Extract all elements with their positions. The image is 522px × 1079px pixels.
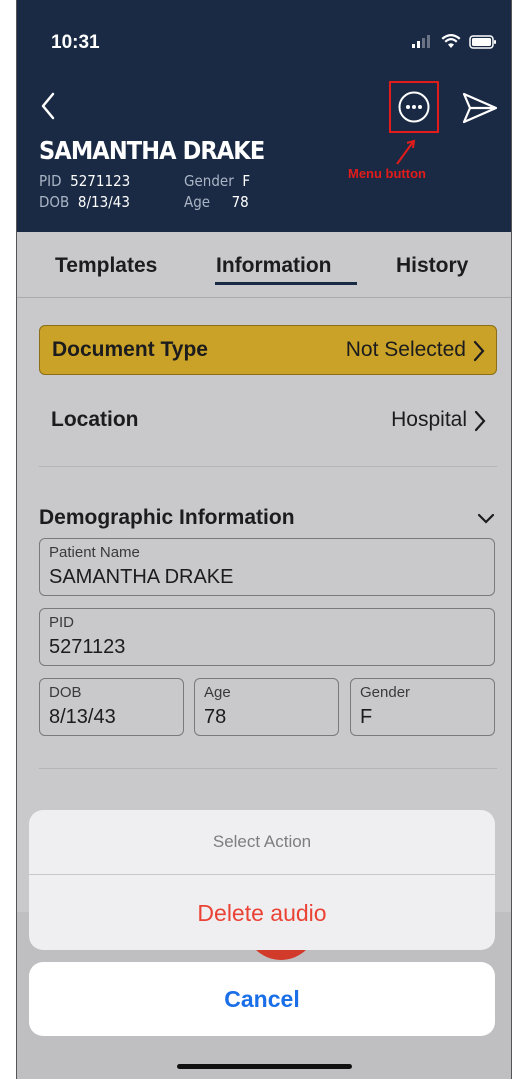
dob-field-label: DOB: [49, 684, 82, 701]
gender-meta: Gender F: [184, 172, 250, 190]
annotation-arrow: [396, 139, 416, 165]
phone-screen: 10:31 Menu button SAMANTHA DRAKE PID 527…: [16, 0, 512, 1079]
dob-field-value: 8/13/43: [49, 706, 116, 728]
location-label: Location: [51, 408, 139, 431]
home-indicator: [177, 1064, 352, 1069]
action-sheet-separator: [29, 874, 495, 875]
chevron-down-icon[interactable]: [475, 507, 497, 529]
age-field-value: 78: [204, 706, 227, 728]
age-meta: Age 78: [184, 193, 249, 211]
gender-label: Gender: [184, 172, 234, 190]
tab-templates[interactable]: Templates: [55, 254, 157, 278]
pid-label: PID: [39, 172, 62, 190]
send-button[interactable]: [458, 88, 500, 128]
active-tab-indicator: [215, 282, 357, 285]
pid-field[interactable]: PID 5271123: [39, 608, 495, 666]
age-field[interactable]: Age 78: [194, 678, 339, 736]
patient-name-field-label: Patient Name: [49, 544, 140, 561]
tab-information[interactable]: Information: [216, 254, 332, 278]
back-button[interactable]: [37, 86, 77, 126]
document-type-label: Document Type: [52, 338, 208, 361]
demographics-title: Demographic Information: [39, 506, 295, 529]
divider: [39, 768, 497, 769]
pid-meta: PID 5271123: [39, 172, 130, 190]
location-value: Hospital: [391, 408, 467, 431]
delete-audio-button[interactable]: Delete audio: [29, 900, 495, 927]
patient-name: SAMANTHA DRAKE: [39, 136, 265, 165]
dob-value: 8/13/43: [77, 193, 130, 211]
gender-field[interactable]: Gender F: [350, 678, 495, 736]
pid-value: 5271123: [70, 172, 131, 190]
tab-history[interactable]: History: [396, 254, 468, 278]
pid-field-label: PID: [49, 614, 75, 631]
divider: [39, 466, 497, 467]
annotation-label: Menu button: [348, 166, 426, 181]
wifi-icon: [441, 34, 461, 48]
more-icon: [398, 91, 430, 123]
age-value: 78: [231, 193, 249, 211]
status-icons: [411, 34, 497, 49]
gender-field-label: Gender: [360, 684, 411, 701]
document-type-row[interactable]: Document Type Not Selected: [39, 325, 497, 375]
patient-name-field-value: SAMANTHA DRAKE: [49, 566, 234, 588]
dob-label: DOB: [39, 193, 70, 211]
action-sheet-title: Select Action: [212, 832, 312, 851]
status-time: 10:31: [51, 32, 100, 53]
gender-field-value: F: [360, 706, 373, 728]
pid-field-value: 5271123: [49, 636, 126, 658]
cancel-button[interactable]: Cancel: [29, 962, 495, 1036]
chevron-right-icon: [473, 340, 485, 362]
send-icon: [462, 92, 498, 124]
tab-bar: Templates Information History: [17, 232, 511, 298]
document-type-value: Not Selected: [345, 338, 466, 361]
age-field-label: Age: [204, 684, 231, 701]
menu-button[interactable]: [389, 81, 439, 133]
dob-field[interactable]: DOB 8/13/43: [39, 678, 184, 736]
gender-value: F: [242, 172, 251, 190]
battery-icon: [469, 34, 496, 49]
action-sheet: Select Action Delete audio: [29, 810, 495, 950]
chevron-left-icon: [41, 92, 55, 120]
dob-meta: DOB 8/13/43: [39, 193, 130, 211]
patient-name-field[interactable]: Patient Name SAMANTHA DRAKE: [39, 538, 495, 596]
app-header: 10:31 Menu button SAMANTHA DRAKE PID 527…: [17, 0, 511, 232]
signal-icon: [412, 34, 430, 48]
location-row[interactable]: Location Hospital: [39, 396, 497, 446]
age-label: Age: [184, 193, 211, 211]
chevron-right-icon: [474, 410, 486, 432]
